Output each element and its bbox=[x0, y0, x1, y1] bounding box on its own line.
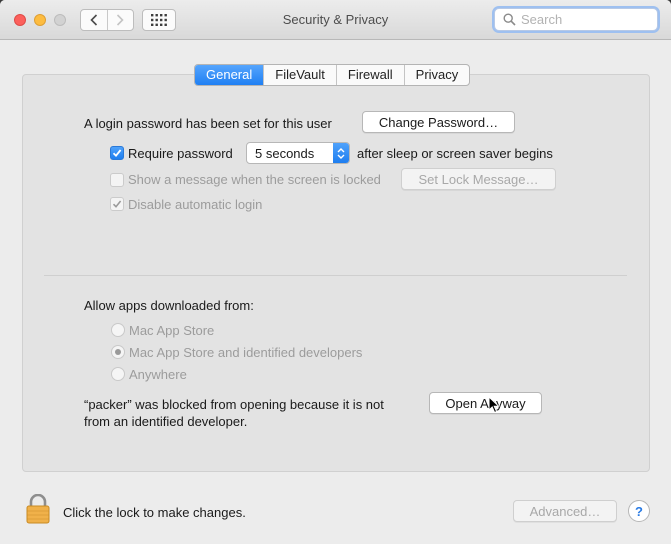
minimize-window-button[interactable] bbox=[34, 14, 46, 26]
change-password-button[interactable]: Change Password… bbox=[362, 111, 515, 133]
tab-privacy[interactable]: Privacy bbox=[403, 65, 470, 85]
help-button[interactable]: ? bbox=[628, 500, 650, 522]
chevron-right-icon bbox=[117, 14, 124, 26]
require-password-label: Require password bbox=[128, 146, 233, 161]
back-forward-group bbox=[80, 9, 134, 31]
divider bbox=[44, 275, 627, 276]
general-panel bbox=[22, 74, 650, 472]
show-message-checkbox[interactable] bbox=[110, 173, 124, 187]
chevron-left-icon bbox=[90, 14, 97, 26]
updown-chevron-icon bbox=[333, 143, 349, 163]
window-title: Security & Privacy bbox=[282, 12, 389, 27]
set-lock-message-button[interactable]: Set Lock Message… bbox=[401, 168, 556, 190]
lock-hint-text: Click the lock to make changes. bbox=[63, 505, 246, 520]
show-all-button[interactable] bbox=[142, 9, 176, 31]
radio-anywhere-label: Anywhere bbox=[129, 367, 187, 382]
radio-identified-developers[interactable] bbox=[111, 345, 125, 359]
grid-icon bbox=[151, 14, 167, 26]
show-message-label: Show a message when the screen is locked bbox=[128, 172, 381, 187]
disable-auto-login-label: Disable automatic login bbox=[128, 197, 263, 212]
blocked-message-line2: from an identified developer. bbox=[84, 414, 248, 429]
forward-button[interactable] bbox=[106, 10, 134, 30]
login-password-text: A login password has been set for this u… bbox=[84, 116, 332, 131]
lock-icon[interactable] bbox=[26, 494, 50, 524]
back-button[interactable] bbox=[81, 10, 107, 30]
open-anyway-button[interactable]: Open Anyway bbox=[429, 392, 542, 414]
tab-general[interactable]: General bbox=[195, 65, 264, 85]
disable-auto-login-checkbox[interactable] bbox=[110, 197, 124, 211]
search-icon bbox=[503, 13, 516, 26]
search-input[interactable] bbox=[521, 12, 651, 27]
blocked-message-line1: “packer” was blocked from opening becaus… bbox=[84, 397, 384, 412]
allow-apps-heading: Allow apps downloaded from: bbox=[84, 298, 254, 313]
search-field[interactable] bbox=[494, 8, 658, 31]
advanced-button[interactable]: Advanced… bbox=[513, 500, 617, 522]
require-password-suffix: after sleep or screen saver begins bbox=[357, 146, 553, 161]
tab-firewall[interactable]: Firewall bbox=[335, 65, 404, 85]
tab-filevault[interactable]: FileVault bbox=[263, 65, 336, 85]
require-password-checkbox[interactable] bbox=[110, 146, 124, 160]
titlebar: Security & Privacy bbox=[0, 0, 671, 40]
checkmark-icon bbox=[112, 149, 122, 158]
checkmark-icon bbox=[112, 200, 122, 208]
password-delay-value: 5 seconds bbox=[255, 145, 315, 161]
close-window-button[interactable] bbox=[14, 14, 26, 26]
radio-identified-developers-label: Mac App Store and identified developers bbox=[129, 345, 363, 360]
mouse-pointer-icon bbox=[488, 396, 500, 414]
radio-mac-app-store-label: Mac App Store bbox=[129, 323, 215, 338]
security-privacy-window: Security & Privacy General FileVault Fir… bbox=[0, 0, 671, 544]
zoom-window-button[interactable] bbox=[54, 14, 66, 26]
tab-bar: General FileVault Firewall Privacy bbox=[194, 64, 471, 86]
radio-mac-app-store[interactable] bbox=[111, 323, 125, 337]
password-delay-select[interactable]: 5 seconds bbox=[246, 142, 350, 164]
radio-anywhere[interactable] bbox=[111, 367, 125, 381]
